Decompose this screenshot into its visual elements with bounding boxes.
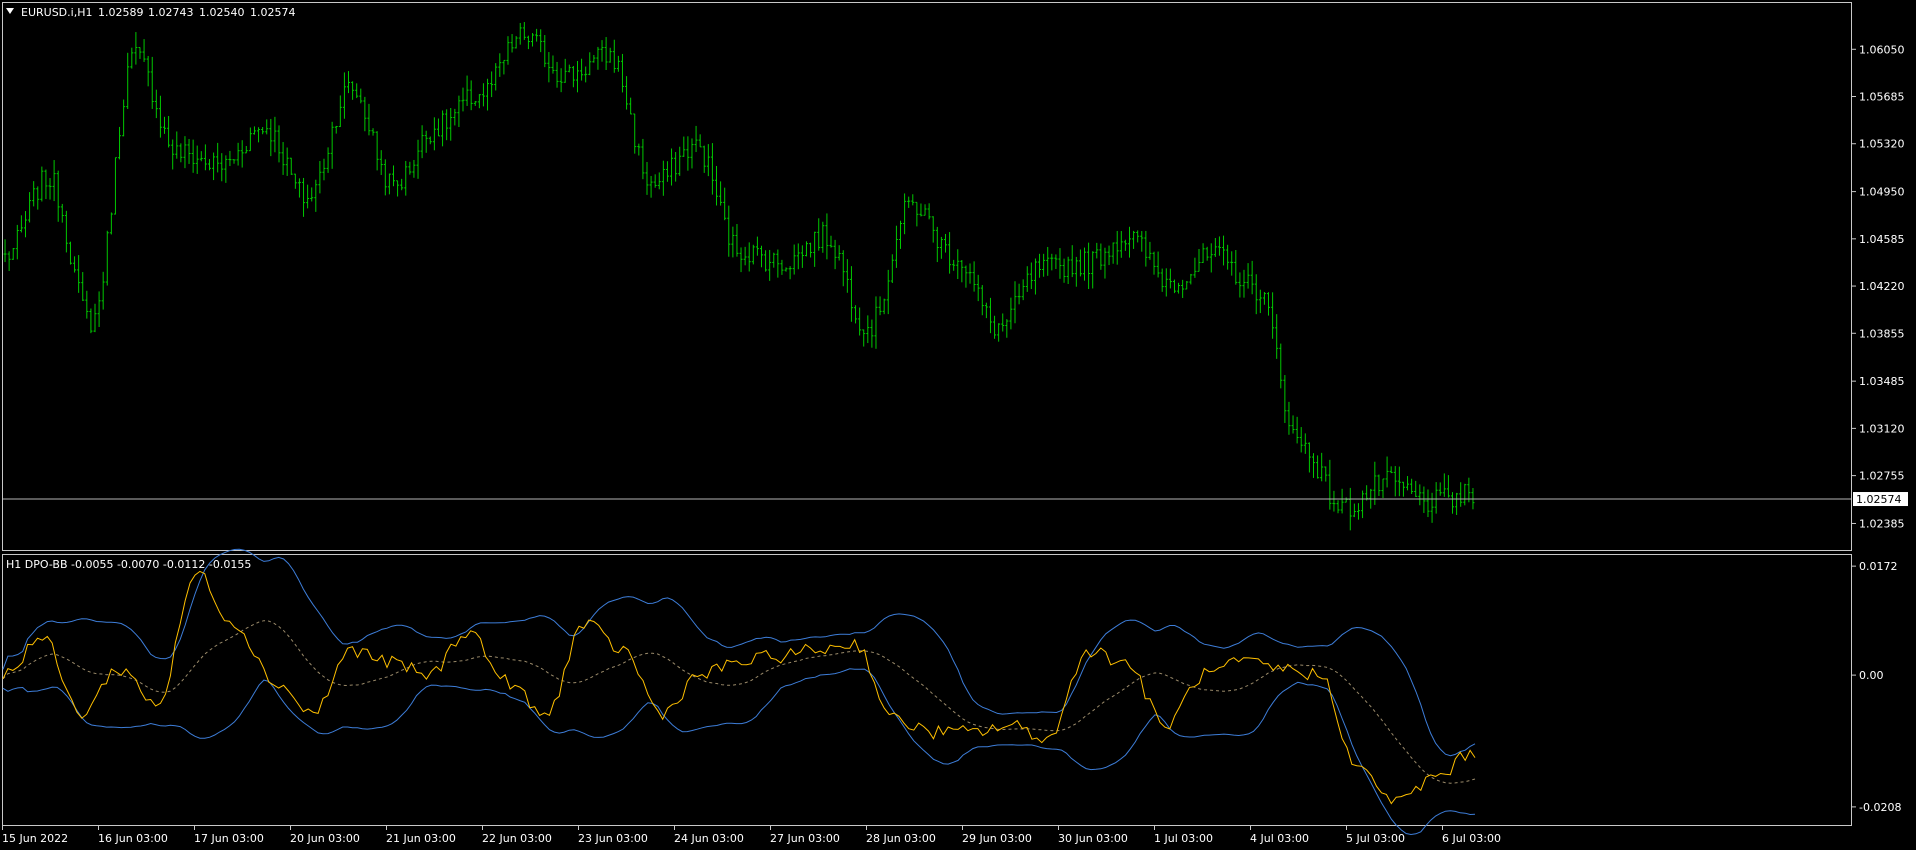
indicator-label: H1 DPO-BB -0.0055 -0.0070 -0.0112 -0.015…: [6, 558, 251, 571]
time-tick-label: 6 Jul 03:00: [1442, 832, 1501, 845]
time-axis[interactable]: 15 Jun 2022 16 Jun 03:00 17 Jun 03:00 20 Ju…: [2, 826, 1501, 845]
time-tick-label: 29 Jun 03:00: [962, 832, 1032, 845]
time-tick-label: 30 Jun 03:00: [1058, 832, 1128, 845]
indicator-tick-label: 0.0172: [1859, 560, 1898, 573]
time-tick-label: 24 Jun 03:00: [674, 832, 744, 845]
indicator-panel[interactable]: [2, 554, 1852, 826]
price-axis[interactable]: 1.06050 1.05685 1.05320 1.04950 1.04585 1.042…: [1851, 43, 1905, 530]
price-tick-label: 1.04585: [1859, 233, 1905, 246]
time-tick-label: 16 Jun 03:00: [98, 832, 168, 845]
time-tick-label: 23 Jun 03:00: [578, 832, 648, 845]
indicator-tick-label: -0.0208: [1859, 801, 1901, 814]
time-tick-label: 22 Jun 03:00: [482, 832, 552, 845]
time-tick-label: 4 Jul 03:00: [1250, 832, 1309, 845]
price-tick-label: 1.05685: [1859, 91, 1905, 104]
price-tick-label: 1.03485: [1859, 375, 1905, 388]
main-price-panel[interactable]: [2, 2, 1852, 551]
symbol-timeframe: EURUSD.i,H1: [21, 6, 92, 19]
indicator-tick-label: 0.00: [1859, 669, 1884, 682]
price-tick-label: 1.05320: [1859, 138, 1905, 151]
ohlc-low: 1.02540: [199, 6, 245, 19]
time-tick-label: 17 Jun 03:00: [194, 832, 264, 845]
ohlc-high: 1.02743: [148, 6, 194, 19]
ohlc-open: 1.02589: [98, 6, 144, 19]
price-tick-label: 1.02385: [1859, 517, 1905, 530]
price-tick-label: 1.03855: [1859, 327, 1905, 340]
time-tick-label: 21 Jun 03:00: [386, 832, 456, 845]
price-tick-label: 1.04220: [1859, 280, 1905, 293]
time-tick-label: 1 Jul 03:00: [1154, 832, 1213, 845]
ohlc-close: 1.02574: [250, 6, 296, 19]
trading-chart[interactable]: 1.06050 1.05685 1.05320 1.04950 1.04585 1.042…: [0, 0, 1916, 850]
time-tick-label: 15 Jun 2022: [2, 832, 68, 845]
time-tick-label: 28 Jun 03:00: [866, 832, 936, 845]
price-tick-label: 1.06050: [1859, 43, 1905, 56]
price-tick-label: 1.03120: [1859, 422, 1905, 435]
indicator-axis[interactable]: 0.0172 0.00 -0.0208: [1851, 560, 1901, 814]
price-tick-label: 1.02755: [1859, 470, 1905, 483]
time-tick-label: 27 Jun 03:00: [770, 832, 840, 845]
price-tick-label: 1.04950: [1859, 186, 1905, 199]
time-tick-label: 5 Jul 03:00: [1346, 832, 1405, 845]
current-price-label: 1.02574: [1856, 493, 1902, 506]
time-tick-label: 20 Jun 03:00: [290, 832, 360, 845]
